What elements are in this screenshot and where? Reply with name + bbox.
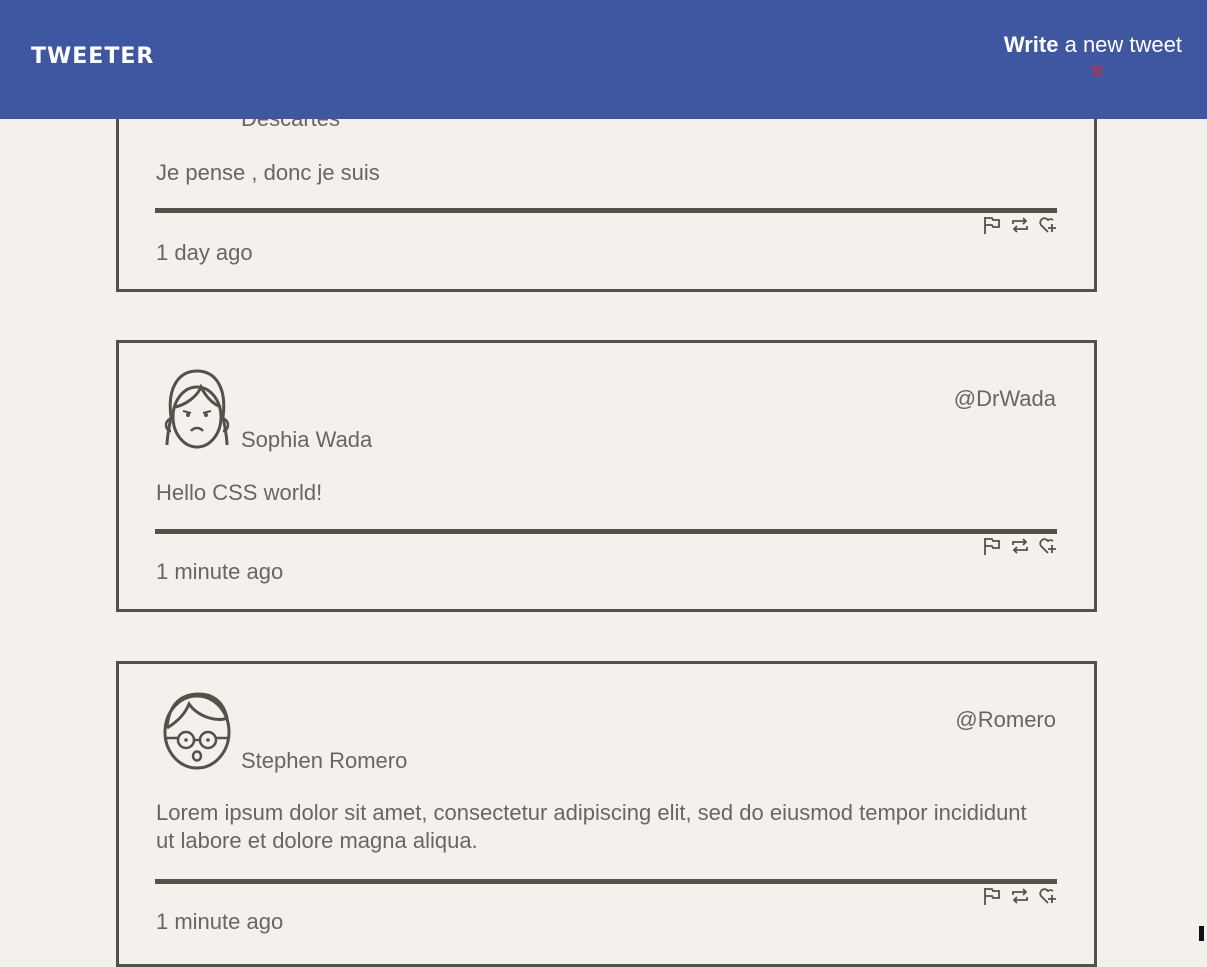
tweet-author-name: Stephen Romero (241, 748, 408, 773)
tweet-text: Lorem ipsum dolor sit amet, consectetur … (156, 800, 1027, 853)
tweet-text: Je pense , donc je suis (156, 160, 380, 185)
heart-plus-icon[interactable] (1038, 886, 1058, 906)
tweet-author-name: Sophia Wada (241, 427, 373, 452)
tweet-timestamp: 1 day ago (156, 240, 253, 265)
tweet-author-handle: @Romero (955, 707, 1056, 732)
tweet-actions (982, 536, 1058, 556)
tweet-actions (982, 886, 1058, 906)
tweet-text: Hello CSS world! (156, 480, 323, 505)
tweet-card: Stephen Romero @Romero Lorem ipsum dolor… (116, 661, 1097, 967)
tweet-timestamp: 1 minute ago (156, 559, 284, 584)
tweet-divider (155, 529, 1057, 534)
retweet-icon[interactable] (1010, 886, 1030, 906)
retweet-icon[interactable] (1010, 536, 1030, 556)
tweet-divider (155, 879, 1057, 884)
double-chevron-down-icon[interactable] (1090, 64, 1104, 78)
avatar (163, 692, 231, 770)
top-nav: TWEETER Write a new tweet (0, 0, 1207, 119)
tweet-divider (155, 208, 1057, 213)
heart-plus-icon[interactable] (1038, 536, 1058, 556)
heart-plus-icon[interactable] (1038, 215, 1058, 235)
tweet-actions (982, 215, 1058, 235)
retweet-icon[interactable] (1010, 215, 1030, 235)
avatar (164, 369, 230, 449)
tweet-card: Sophia Wada @DrWada Hello CSS world! 1 m… (116, 340, 1097, 612)
brand-logo[interactable]: TWEETER (31, 44, 154, 69)
flag-icon[interactable] (982, 215, 1002, 235)
tweet-timestamp: 1 minute ago (156, 909, 284, 934)
tweet-author-handle: @DrWada (953, 386, 1056, 411)
compose-label-strong: Write (1003, 32, 1059, 57)
write-tweet-toggle[interactable]: Write a new tweet (1003, 32, 1182, 78)
flag-icon[interactable] (982, 886, 1002, 906)
mouse-cursor (1199, 926, 1204, 941)
compose-label-light: a new tweet (1064, 32, 1182, 57)
flag-icon[interactable] (982, 536, 1002, 556)
